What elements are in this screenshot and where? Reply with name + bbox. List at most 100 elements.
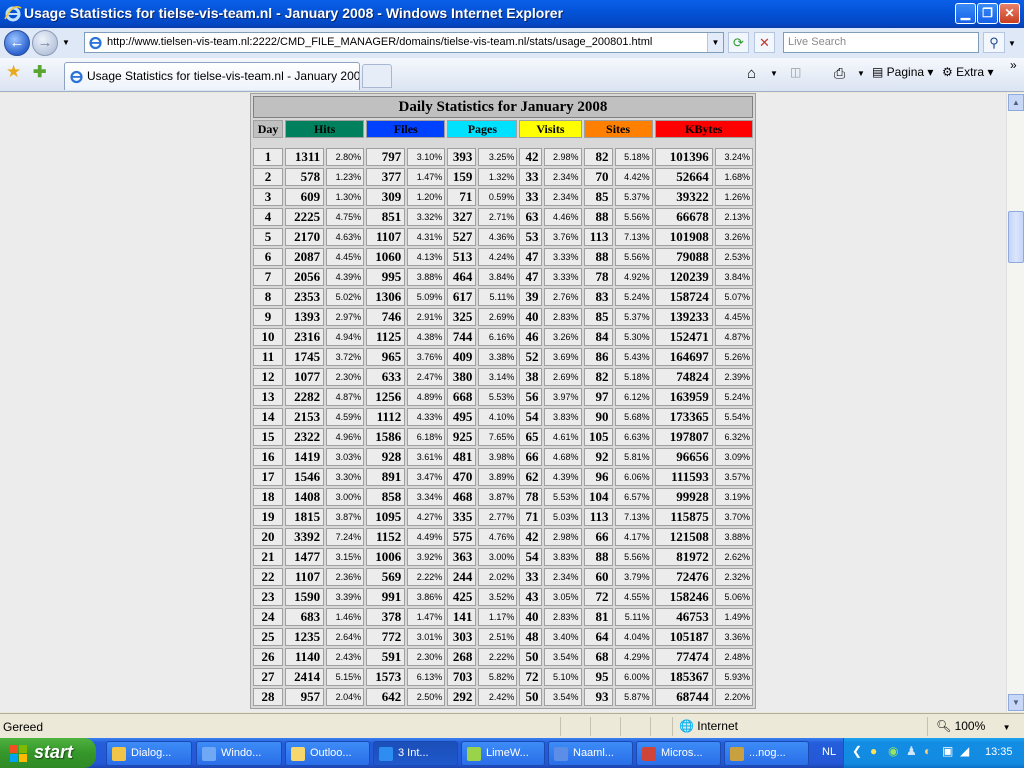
scroll-down-icon[interactable]: ▼: [1008, 694, 1024, 711]
tray-users-icon[interactable]: ♟: [906, 744, 917, 758]
visits-value-cell: 50: [519, 648, 543, 666]
sites-percent-cell: 5.87%: [614, 688, 653, 706]
scroll-up-icon[interactable]: ▲: [1008, 94, 1024, 111]
visits-percent-cell: 5.53%: [544, 488, 582, 506]
taskbar-button[interactable]: Windo...: [196, 741, 282, 766]
pages-value-cell: 141: [447, 608, 477, 626]
home-dropdown-icon[interactable]: ▼: [770, 69, 778, 78]
home-icon[interactable]: ⌂: [747, 65, 756, 82]
maximize-button[interactable]: ❐: [977, 3, 998, 24]
visits-percent-cell: 3.05%: [544, 588, 582, 606]
taskbar-button-label: LimeW...: [486, 747, 529, 759]
print-icon[interactable]: ⎙: [834, 65, 845, 82]
hits-value-cell: 2316: [285, 328, 325, 346]
address-dropdown-icon[interactable]: ▼: [707, 33, 723, 52]
security-zone[interactable]: 🌐 Internet: [672, 717, 927, 736]
pages-value-cell: 325: [447, 308, 477, 326]
pages-percent-cell: 3.25%: [478, 148, 518, 166]
scroll-thumb[interactable]: [1008, 211, 1024, 263]
taskbar-app-icon: [202, 747, 216, 761]
taskbar-button[interactable]: Dialog...: [106, 741, 192, 766]
sites-value-cell: 85: [583, 308, 613, 326]
files-value-cell: 1107: [366, 228, 406, 246]
taskbar-button-label: Outloo...: [310, 747, 352, 759]
forward-button[interactable]: →: [32, 30, 58, 56]
taskbar-button[interactable]: Outloo...: [285, 741, 370, 766]
hits-value-cell: 1235: [285, 628, 325, 646]
files-value-cell: 1060: [366, 248, 406, 266]
pages-percent-cell: 4.36%: [478, 228, 518, 246]
zoom-control[interactable]: 🔍︎ 100% ▼: [927, 717, 1011, 736]
pages-percent-cell: 4.10%: [478, 408, 518, 426]
taskbar-app-icon: [730, 747, 744, 761]
files-value-cell: 891: [366, 468, 406, 486]
close-window-button[interactable]: ✕: [999, 3, 1020, 24]
tab-usage-statistics[interactable]: Usage Statistics for tielse-vis-team.nl …: [64, 62, 360, 90]
visits-value-cell: 40: [519, 608, 543, 626]
search-input[interactable]: Live Search: [783, 32, 979, 53]
daily-statistics-table: Daily Statistics for January 2008 Day Hi…: [250, 93, 756, 709]
hits-percent-cell: 2.80%: [326, 148, 365, 166]
stop-icon[interactable]: ✕: [754, 32, 775, 53]
history-dropdown-icon[interactable]: ▼: [62, 38, 70, 47]
overflow-chevron-icon[interactable]: »: [1010, 58, 1017, 72]
sites-percent-cell: 7.13%: [614, 228, 653, 246]
taskbar-button[interactable]: Micros...: [636, 741, 721, 766]
files-value-cell: 377: [366, 168, 406, 186]
files-percent-cell: 3.61%: [407, 448, 446, 466]
day-cell: 6: [253, 248, 284, 266]
hits-value-cell: 2322: [285, 428, 325, 446]
taskbar-button-label: Dialog...: [131, 747, 172, 759]
sites-percent-cell: 4.17%: [614, 528, 653, 546]
taskbar-app-icon: [642, 747, 656, 761]
language-indicator[interactable]: NL: [822, 746, 836, 758]
start-button[interactable]: start: [0, 738, 96, 768]
page-menu-button[interactable]: ▤ Pagina ▾: [872, 65, 933, 79]
tray-network-icon[interactable]: ◉: [888, 744, 898, 758]
kbytes-percent-cell: 5.06%: [714, 588, 753, 606]
files-value-cell: 309: [366, 188, 406, 206]
title-bar[interactable]: Usage Statistics for tielse-vis-team.nl …: [0, 0, 1024, 28]
taskbar-button[interactable]: 3 Int...: [373, 741, 458, 766]
tray-monitor-icon[interactable]: ▣: [942, 744, 953, 758]
add-favorites-icon[interactable]: ✚: [33, 62, 46, 82]
pages-percent-cell: 2.42%: [478, 688, 518, 706]
feeds-icon[interactable]: ◫: [790, 65, 801, 79]
pages-percent-cell: 2.22%: [478, 648, 518, 666]
page-menu-label: Pagina: [886, 65, 925, 79]
taskbar-button[interactable]: LimeW...: [461, 741, 545, 766]
zoom-level: 100%: [954, 719, 986, 733]
visits-value-cell: 33: [519, 568, 543, 586]
tray-volume-icon[interactable]: ◢: [960, 744, 969, 758]
hits-value-cell: 957: [285, 688, 325, 706]
hits-percent-cell: 2.04%: [326, 688, 365, 706]
kbytes-value-cell: 52664: [654, 168, 713, 186]
ie-window: Usage Statistics for tielse-vis-team.nl …: [0, 0, 1024, 768]
sites-percent-cell: 5.30%: [614, 328, 653, 346]
address-bar[interactable]: http://www.tielsen-vis-team.nl:2222/CMD_…: [84, 32, 724, 53]
sites-value-cell: 82: [583, 148, 613, 166]
favorites-star-icon[interactable]: ★: [6, 62, 21, 82]
kbytes-percent-cell: 1.26%: [714, 188, 753, 206]
search-options-icon[interactable]: ▼: [1008, 39, 1016, 48]
hits-value-cell: 2087: [285, 248, 325, 266]
vertical-scrollbar[interactable]: ▲ ▼: [1006, 93, 1024, 712]
clock[interactable]: 13:35: [985, 746, 1013, 758]
day-cell: 7: [253, 268, 284, 286]
tray-messenger-icon[interactable]: ◐: [924, 744, 931, 758]
visits-percent-cell: 2.34%: [544, 188, 582, 206]
files-percent-cell: 2.22%: [407, 568, 446, 586]
tray-app-icon[interactable]: ●: [870, 744, 877, 758]
refresh-icon[interactable]: ⟳: [728, 32, 749, 53]
taskbar-button[interactable]: Naaml...: [548, 741, 633, 766]
taskbar-button[interactable]: ...nog...: [724, 741, 809, 766]
back-button[interactable]: ←: [4, 30, 30, 56]
tray-chevron-icon[interactable]: ❮: [852, 744, 862, 758]
table-row: 17 1546 3.30% 891 3.47% 470 3.89% 62 4.39% 96 6.06…: [253, 468, 753, 486]
minimize-button[interactable]: ▁: [955, 3, 976, 24]
print-dropdown-icon[interactable]: ▼: [857, 69, 865, 78]
tools-menu-button[interactable]: ⚙ Extra ▾: [942, 65, 993, 79]
sites-percent-cell: 6.57%: [614, 488, 653, 506]
new-tab-button[interactable]: [362, 64, 392, 88]
search-icon[interactable]: ⚲: [983, 32, 1005, 53]
